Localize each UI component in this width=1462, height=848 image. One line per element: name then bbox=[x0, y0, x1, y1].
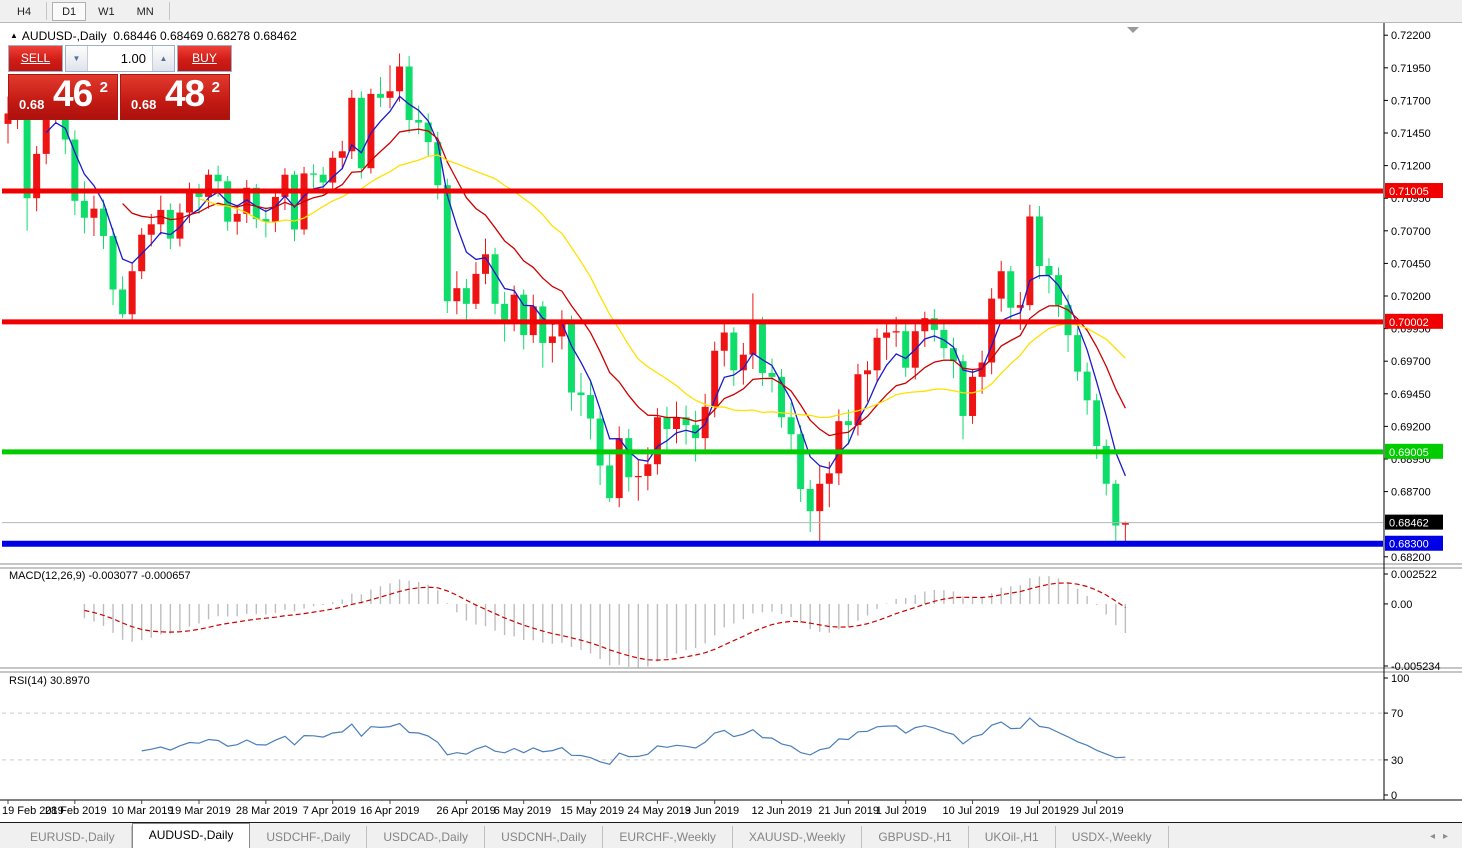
price-badge: 0.71005 bbox=[1385, 183, 1443, 198]
svg-text:0.71950: 0.71950 bbox=[1391, 63, 1431, 75]
buy-quote-box[interactable]: 0.68 48 2 bbox=[120, 74, 230, 120]
buy-price-prefix: 0.68 bbox=[131, 97, 156, 112]
svg-text:0.69005: 0.69005 bbox=[1389, 447, 1429, 459]
price-badge: 0.68300 bbox=[1385, 536, 1443, 551]
svg-text:0.70450: 0.70450 bbox=[1391, 258, 1431, 270]
svg-text:0.69200: 0.69200 bbox=[1391, 421, 1431, 433]
svg-text:0.68200: 0.68200 bbox=[1391, 552, 1431, 564]
chart-title: ▲ AUDUSD-,Daily 0.68446 0.68469 0.68278 0… bbox=[10, 29, 297, 43]
tab-usdchf-daily[interactable]: USDCHF-,Daily bbox=[250, 826, 367, 848]
svg-text:10 Jul 2019: 10 Jul 2019 bbox=[943, 805, 1000, 817]
svg-text:0.00: 0.00 bbox=[1391, 599, 1412, 611]
svg-text:0.68300: 0.68300 bbox=[1389, 539, 1429, 551]
timeframe-toolbar: H4 D1 W1 MN bbox=[0, 0, 1462, 23]
sell-price-prefix: 0.68 bbox=[19, 97, 44, 112]
sell-price-big-digits: 46 bbox=[53, 73, 92, 115]
toolbar-separator bbox=[169, 2, 170, 20]
sell-quote-box[interactable]: 0.68 46 2 bbox=[8, 74, 118, 120]
svg-text:29 Jul 2019: 29 Jul 2019 bbox=[1067, 805, 1124, 817]
one-click-trade-panel: SELL ▼ ▲ BUY 0.68 46 2 0.68 48 2 bbox=[8, 45, 232, 120]
tab-scroll-left-icon[interactable]: ◂ bbox=[1430, 831, 1443, 842]
tab-usdcad-daily[interactable]: USDCAD-,Daily bbox=[367, 826, 485, 848]
timeframe-w1-button[interactable]: W1 bbox=[88, 2, 125, 21]
macd-label: MACD(12,26,9) -0.003077 -0.000657 bbox=[9, 570, 191, 582]
chart-canvas[interactable]: 0.722000.719500.717000.714500.712000.709… bbox=[0, 23, 1462, 822]
svg-text:-0.005234: -0.005234 bbox=[1391, 661, 1441, 673]
buy-price-pipette: 2 bbox=[212, 79, 220, 96]
svg-text:1 Jul 2019: 1 Jul 2019 bbox=[876, 805, 927, 817]
tab-gbpusd-h1[interactable]: GBPUSD-,H1 bbox=[862, 826, 968, 848]
svg-text:0.71200: 0.71200 bbox=[1391, 161, 1431, 173]
buy-button-label: BUY bbox=[192, 51, 217, 65]
tab-ukoil-h1[interactable]: UKOil-,H1 bbox=[969, 826, 1056, 848]
svg-text:0.68700: 0.68700 bbox=[1391, 487, 1431, 499]
chart-ohlc-values: 0.68446 0.68469 0.68278 0.68462 bbox=[113, 29, 297, 43]
svg-text:6 May 2019: 6 May 2019 bbox=[494, 805, 551, 817]
svg-text:0.71005: 0.71005 bbox=[1389, 186, 1429, 198]
tab-usdcnh-daily[interactable]: USDCNH-,Daily bbox=[485, 826, 603, 848]
svg-text:3 Jun 2019: 3 Jun 2019 bbox=[685, 805, 739, 817]
svg-text:0.72200: 0.72200 bbox=[1391, 30, 1431, 42]
price-badge: 0.70002 bbox=[1385, 314, 1443, 329]
svg-text:28 Mar 2019: 28 Mar 2019 bbox=[236, 805, 298, 817]
svg-text:10 Mar 2019: 10 Mar 2019 bbox=[112, 805, 174, 817]
svg-text:15 May 2019: 15 May 2019 bbox=[561, 805, 625, 817]
chart-symbol-label: AUDUSD-,Daily bbox=[22, 29, 107, 43]
svg-text:0.70700: 0.70700 bbox=[1391, 226, 1431, 238]
price-badge: 0.68462 bbox=[1385, 515, 1443, 530]
volume-input[interactable] bbox=[88, 46, 152, 71]
svg-text:30: 30 bbox=[1391, 755, 1403, 767]
svg-text:0.70002: 0.70002 bbox=[1389, 317, 1429, 329]
svg-text:24 May 2019: 24 May 2019 bbox=[627, 805, 691, 817]
svg-text:0.69450: 0.69450 bbox=[1391, 389, 1431, 401]
volume-increase-button[interactable]: ▲ bbox=[152, 46, 174, 71]
svg-text:0.71700: 0.71700 bbox=[1391, 95, 1431, 107]
svg-text:0.002522: 0.002522 bbox=[1391, 569, 1437, 581]
timeframe-mn-button[interactable]: MN bbox=[127, 2, 164, 21]
rsi-label: RSI(14) 30.8970 bbox=[9, 675, 90, 687]
tab-eurchf-weekly[interactable]: EURCHF-,Weekly bbox=[603, 826, 732, 848]
svg-text:12 Jun 2019: 12 Jun 2019 bbox=[752, 805, 813, 817]
price-badge: 0.69005 bbox=[1385, 444, 1443, 459]
timeframe-h4-button[interactable]: H4 bbox=[7, 2, 41, 21]
svg-text:0.68462: 0.68462 bbox=[1389, 518, 1429, 530]
tab-xauusd-weekly[interactable]: XAUUSD-,Weekly bbox=[733, 826, 862, 848]
svg-text:0.70200: 0.70200 bbox=[1391, 291, 1431, 303]
svg-text:16 Apr 2019: 16 Apr 2019 bbox=[360, 805, 419, 817]
volume-decrease-button[interactable]: ▼ bbox=[66, 46, 88, 71]
svg-text:19 Mar 2019: 19 Mar 2019 bbox=[169, 805, 231, 817]
buy-price-big-digits: 48 bbox=[165, 73, 204, 115]
svg-text:28 Feb 2019: 28 Feb 2019 bbox=[45, 805, 107, 817]
volume-spinner: ▼ ▲ bbox=[65, 45, 175, 72]
svg-text:26 Apr 2019: 26 Apr 2019 bbox=[436, 805, 495, 817]
tab-eurusd-daily[interactable]: EURUSD-,Daily bbox=[14, 826, 132, 848]
buy-button[interactable]: BUY bbox=[177, 45, 232, 72]
svg-text:21 Jun 2019: 21 Jun 2019 bbox=[818, 805, 879, 817]
svg-text:19 Jul 2019: 19 Jul 2019 bbox=[1009, 805, 1066, 817]
sell-button-label: SELL bbox=[21, 51, 50, 65]
symbol-tab-bar: EURUSD-,Daily AUDUSD-,Daily USDCHF-,Dail… bbox=[0, 822, 1462, 848]
sell-button[interactable]: SELL bbox=[8, 45, 63, 72]
sell-price-pipette: 2 bbox=[100, 79, 108, 96]
tab-audusd-daily[interactable]: AUDUSD-,Daily bbox=[132, 823, 251, 848]
svg-text:70: 70 bbox=[1391, 708, 1403, 720]
svg-text:0.69700: 0.69700 bbox=[1391, 356, 1431, 368]
svg-text:7 Apr 2019: 7 Apr 2019 bbox=[303, 805, 356, 817]
svg-text:100: 100 bbox=[1391, 673, 1409, 685]
tab-usdx-weekly[interactable]: USDX-,Weekly bbox=[1056, 826, 1169, 848]
svg-text:0.71450: 0.71450 bbox=[1391, 128, 1431, 140]
tab-scroll-right-icon[interactable]: ▸ bbox=[1443, 831, 1456, 842]
toolbar-separator bbox=[46, 2, 47, 20]
collapse-trade-panel-icon[interactable]: ▲ bbox=[10, 31, 18, 40]
timeframe-d1-button[interactable]: D1 bbox=[52, 2, 86, 21]
